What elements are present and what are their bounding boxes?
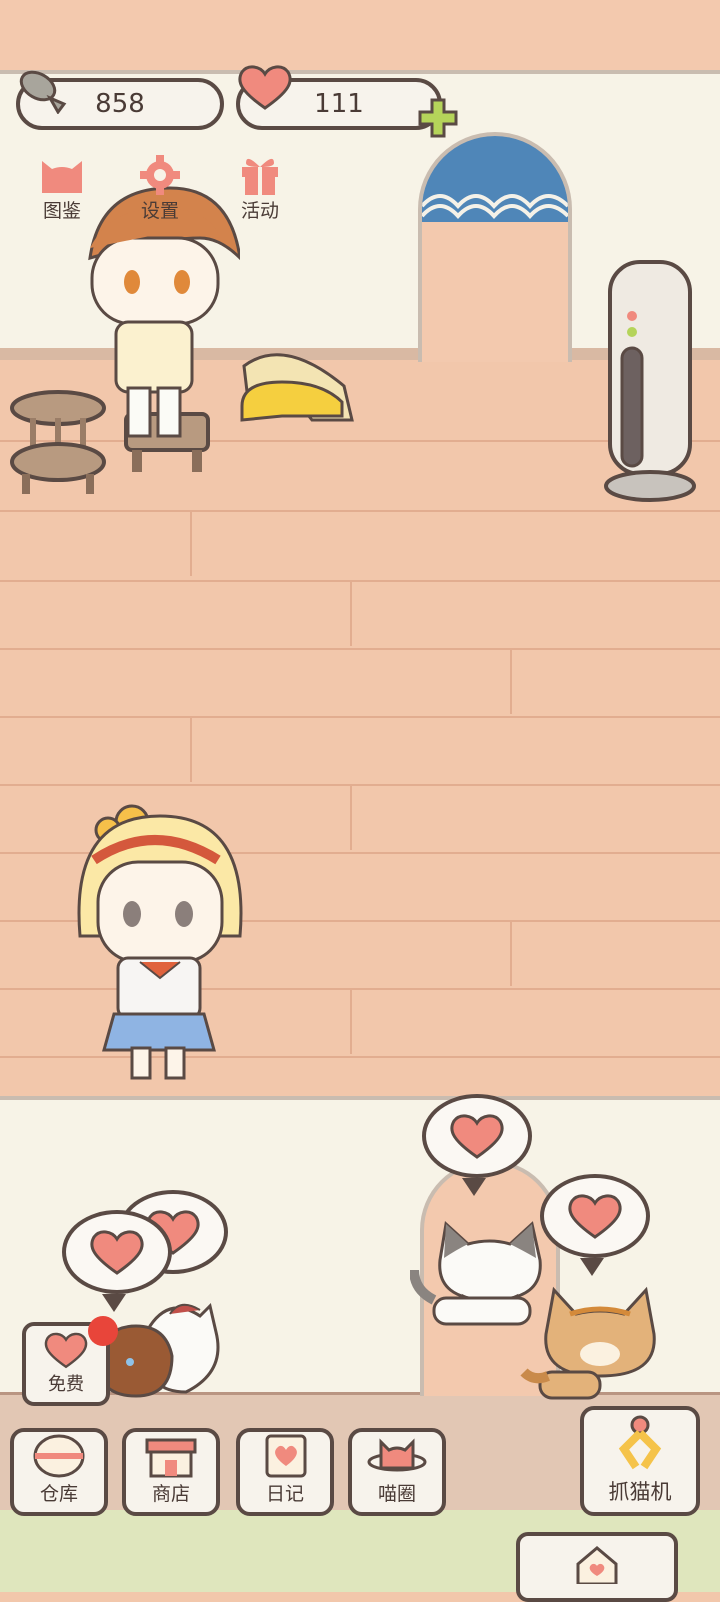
heart-count: 111 (314, 89, 364, 119)
free-reward-label: 免费 (48, 1374, 84, 1395)
nav-warehouse-button[interactable]: 仓库 (10, 1428, 108, 1516)
yellow-slide[interactable] (238, 346, 358, 430)
tabby-lynx-cat[interactable] (520, 1284, 680, 1404)
girl-character[interactable] (70, 786, 250, 1096)
nav-cat-circle-label: 喵圈 (377, 1483, 416, 1505)
cats-group[interactable] (90, 1296, 240, 1406)
floor-plank-seam (350, 786, 352, 850)
gift-icon (220, 154, 300, 196)
notification-dot (88, 1316, 118, 1346)
floor-plank-line (0, 510, 720, 512)
floor-plank-line (0, 716, 720, 718)
plus-icon (418, 98, 458, 138)
add-hearts-button[interactable] (416, 96, 460, 140)
diary-icon (257, 1433, 313, 1479)
heart-icon (44, 1332, 88, 1369)
nav-diary-label: 日记 (265, 1483, 304, 1505)
floor-plank-seam (190, 718, 192, 782)
nav-shop-button[interactable]: 商店 (122, 1428, 220, 1516)
upper-floor (0, 0, 720, 70)
cat-head-icon (22, 154, 102, 196)
floor-plank-seam (190, 512, 192, 576)
floor-plank-line (0, 648, 720, 650)
fish-count: 858 (95, 89, 145, 119)
shop-icon (143, 1433, 199, 1479)
menu-catalog-button[interactable]: 图鉴 (22, 154, 102, 223)
warehouse-icon (31, 1433, 87, 1479)
menu-settings-button[interactable]: 设置 (120, 154, 200, 223)
claw-machine-button[interactable]: 抓猫机 (580, 1406, 700, 1516)
floor-plank-seam (350, 582, 352, 646)
upper-doorway[interactable] (418, 132, 572, 362)
claw-icon (610, 1414, 670, 1476)
nav-diary-button[interactable]: 日记 (236, 1428, 334, 1516)
heart-icon (450, 1114, 504, 1159)
heart-icon (568, 1194, 622, 1239)
floor-plank-seam (350, 990, 352, 1054)
heart-icon (90, 1230, 144, 1275)
air-purifier[interactable] (604, 258, 696, 504)
nav-shop-label: 商店 (151, 1483, 190, 1505)
menu-events-label: 活动 (240, 200, 279, 222)
claw-machine-label: 抓猫机 (608, 1480, 672, 1504)
floor-plank-seam (510, 650, 512, 714)
heart-icon (234, 62, 296, 112)
floor-plank-line (0, 580, 720, 582)
house-icon (576, 1546, 618, 1584)
gear-icon (120, 154, 200, 196)
menu-catalog-label: 图鉴 (42, 200, 81, 222)
nav-cat-circle-button[interactable]: 喵圈 (348, 1428, 446, 1516)
nav-warehouse-label: 仓库 (39, 1483, 78, 1505)
heart-bubble[interactable] (422, 1094, 532, 1196)
fish-icon (10, 64, 70, 115)
menu-events-button[interactable]: 活动 (220, 154, 300, 223)
floor-plank-seam (510, 922, 512, 986)
menu-settings-label: 设置 (140, 200, 179, 222)
cat-planet-icon (367, 1433, 427, 1479)
